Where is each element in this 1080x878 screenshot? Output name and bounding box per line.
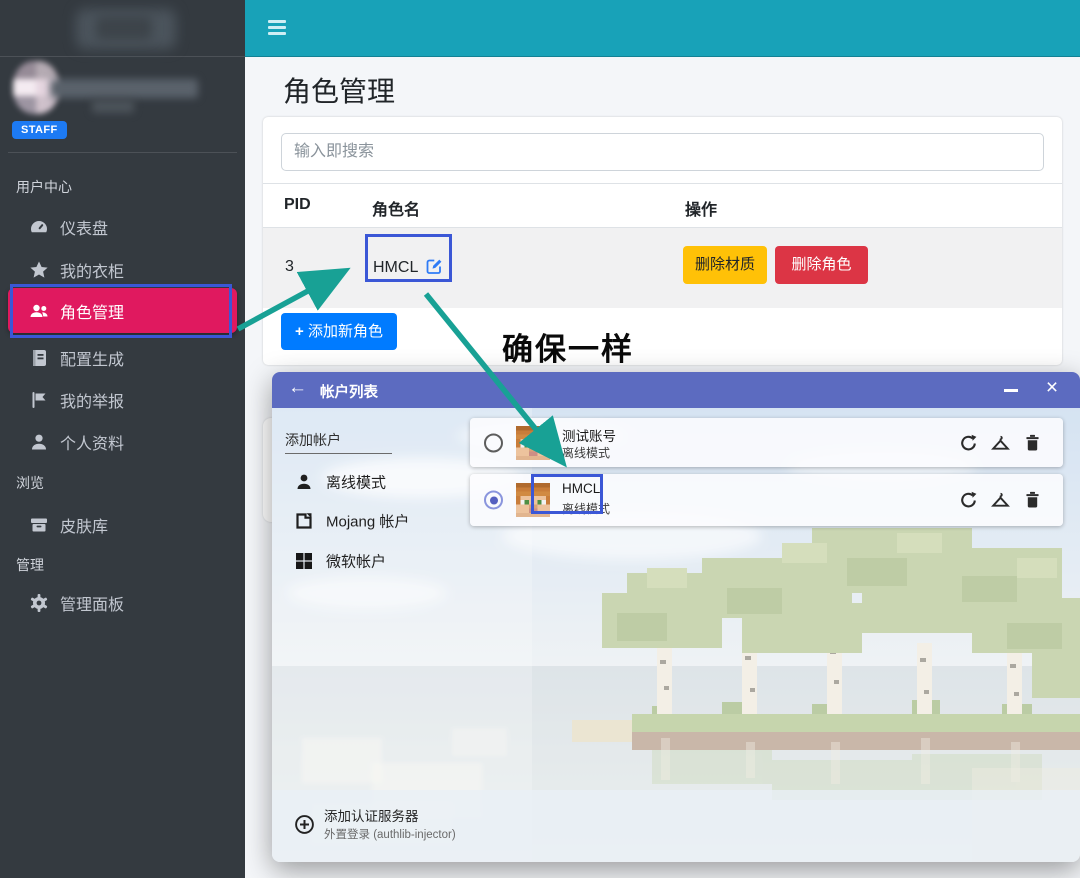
nav-section-user-center: 用户中心 <box>16 177 72 197</box>
column-header-name: 角色名 <box>372 196 420 220</box>
account-type: 离线模式 <box>562 500 610 517</box>
minimize-icon <box>1004 389 1018 392</box>
window-titlebar[interactable]: ← 帐户列表 × <box>272 372 1080 408</box>
sidebar-toggle-button[interactable] <box>268 20 286 36</box>
blurred-username <box>50 79 198 98</box>
authlib-injector-sublabel: 外置登录 (authlib-injector) <box>324 826 456 842</box>
sidebar-item-role-management[interactable]: 角色管理 <box>8 288 237 333</box>
table-header: PID 角色名 操作 <box>263 183 1062 228</box>
blurred-username-line2 <box>92 100 134 113</box>
gear-icon <box>28 592 50 614</box>
sidebar-item-my-reports[interactable]: 我的举报 <box>8 379 237 421</box>
account-name: HMCL <box>562 481 600 496</box>
plus-icon: + <box>295 323 304 340</box>
divider <box>285 453 392 454</box>
users-icon <box>28 300 50 322</box>
trash-icon[interactable] <box>1022 432 1043 453</box>
skin-hanger-icon[interactable] <box>990 432 1011 453</box>
add-role-button[interactable]: + 添加新角色 <box>281 313 397 350</box>
page-title: 角色管理 <box>283 70 395 110</box>
account-type: 离线模式 <box>562 444 610 461</box>
minecraft-avatar <box>516 426 550 460</box>
archive-icon <box>28 514 50 536</box>
screen: STAFF 用户中心 仪表盘 我的衣柜 角色管理 配置生成 <box>0 0 1080 878</box>
menu-item-offline-mode[interactable]: 离线模式 <box>272 466 462 498</box>
add-auth-server-label: 添加认证服务器 <box>324 805 419 825</box>
skin-hanger-icon[interactable] <box>990 490 1011 511</box>
status-badge: STAFF <box>12 121 67 139</box>
trash-icon[interactable] <box>1022 490 1043 511</box>
sidebar-item-config-generator[interactable]: 配置生成 <box>8 337 237 379</box>
delete-texture-button[interactable]: 删除材质 <box>683 246 767 284</box>
sidebar-item-skin-library[interactable]: 皮肤库 <box>8 504 237 546</box>
minecraft-avatar <box>516 483 550 517</box>
sidebar-item-dashboard[interactable]: 仪表盘 <box>8 206 237 248</box>
divider <box>8 152 237 153</box>
delete-role-button[interactable]: 删除角色 <box>775 246 868 284</box>
search-input[interactable] <box>281 133 1044 171</box>
roles-card: PID 角色名 操作 3 HMCL 删除材质 删除角色 + 添加新角色 <box>263 117 1062 365</box>
account-row-test[interactable]: 测试账号 离线模式 <box>470 418 1063 467</box>
sidebar: STAFF 用户中心 仪表盘 我的衣柜 角色管理 配置生成 <box>0 0 245 878</box>
table-row: 3 HMCL 删除材质 删除角色 <box>263 228 1062 308</box>
user-icon <box>28 431 50 453</box>
account-name: 测试账号 <box>562 425 616 445</box>
nav-section-browse: 浏览 <box>16 473 44 493</box>
radio-selected[interactable] <box>484 491 503 510</box>
star-icon <box>28 259 50 281</box>
flag-icon <box>28 389 50 411</box>
window-title: 帐户列表 <box>320 381 378 402</box>
blurred-logo-inner <box>96 16 152 40</box>
role-name: HMCL <box>373 258 443 280</box>
sidebar-item-admin-panel[interactable]: 管理面板 <box>8 582 237 624</box>
close-button[interactable]: × <box>1040 376 1064 402</box>
add-auth-server-button[interactable]: 添加认证服务器 外置登录 (authlib-injector) <box>272 790 1080 862</box>
refresh-icon[interactable] <box>958 490 979 511</box>
minimize-button[interactable] <box>1000 378 1022 400</box>
mojang-icon <box>294 511 314 531</box>
nav-section-admin: 管理 <box>16 555 44 575</box>
circle-plus-icon <box>294 814 315 835</box>
sidebar-item-profile[interactable]: 个人资料 <box>8 421 237 463</box>
gauge-icon <box>28 216 50 238</box>
radio-unselected[interactable] <box>484 433 503 452</box>
microsoft-icon <box>294 551 314 571</box>
annotation-note: 确保一样 <box>502 324 634 369</box>
account-row-hmcl[interactable]: HMCL 离线模式 <box>470 474 1063 526</box>
hmcl-account-window: ← 帐户列表 × <box>272 372 1080 862</box>
brand-area[interactable] <box>0 0 245 57</box>
window-content: 添加帐户 离线模式 Mojang 帐户 微软帐户 <box>272 408 1080 862</box>
menu-item-mojang-account[interactable]: Mojang 帐户 <box>272 505 462 537</box>
column-header-pid: PID <box>284 196 311 214</box>
menu-item-microsoft-account[interactable]: 微软帐户 <box>272 545 462 577</box>
column-header-action: 操作 <box>685 196 717 220</box>
person-icon <box>294 472 314 492</box>
hamburger-icon <box>268 20 286 23</box>
sidebar-item-closet[interactable]: 我的衣柜 <box>8 249 237 291</box>
refresh-icon[interactable] <box>958 432 979 453</box>
edit-icon[interactable] <box>426 262 443 279</box>
topbar <box>245 0 1080 57</box>
role-pid: 3 <box>285 258 294 276</box>
book-icon <box>28 347 50 369</box>
add-account-label: 添加帐户 <box>285 430 341 450</box>
back-arrow-icon[interactable]: ← <box>288 377 307 399</box>
